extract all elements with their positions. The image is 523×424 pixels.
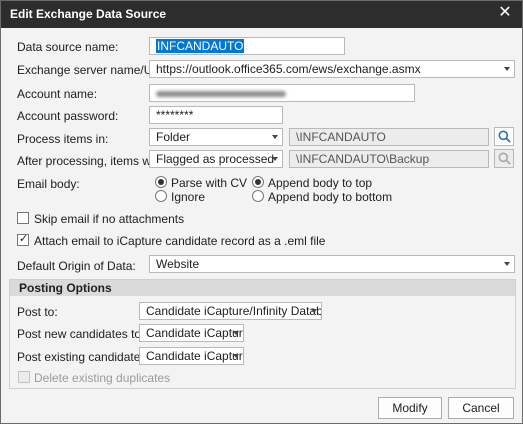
account-password-input[interactable]: ******** xyxy=(149,106,283,124)
after-processing-browse-button[interactable] xyxy=(494,149,514,168)
data-source-name-label: Data source name: xyxy=(17,40,119,54)
post-new-combo[interactable]: Candidate iCapture xyxy=(139,324,244,342)
skip-no-attachments-label[interactable]: Skip email if no attachments xyxy=(34,212,184,226)
radio-append-top-label[interactable]: Append body to top xyxy=(268,176,372,190)
account-password-value: ******** xyxy=(156,108,194,122)
edit-exchange-dialog: Edit Exchange Data Source ✕ Data source … xyxy=(0,0,523,424)
chevron-down-icon[interactable] xyxy=(504,262,510,266)
process-items-type-combo[interactable]: Folder xyxy=(149,128,283,146)
account-name-input[interactable] xyxy=(149,84,415,102)
modify-button[interactable]: Modify xyxy=(378,397,442,419)
process-items-browse-button[interactable] xyxy=(494,127,514,146)
skip-no-attachments-checkbox[interactable] xyxy=(17,212,29,224)
search-icon xyxy=(498,152,511,165)
chevron-down-icon[interactable] xyxy=(311,309,317,313)
radio-ignore[interactable] xyxy=(155,190,167,202)
server-url-combo[interactable]: https://outlook.office365.com/ews/exchan… xyxy=(149,60,515,78)
radio-ignore-label[interactable]: Ignore xyxy=(171,190,205,204)
posting-options-group: Posting Options Post to: Candidate iCapt… xyxy=(9,279,516,389)
chevron-down-icon[interactable] xyxy=(272,135,278,139)
chevron-down-icon[interactable] xyxy=(233,354,239,358)
radio-append-bottom[interactable] xyxy=(252,190,264,202)
chevron-down-icon[interactable] xyxy=(504,67,510,71)
post-existing-combo[interactable]: Candidate iCapture xyxy=(139,347,244,365)
account-password-label: Account password: xyxy=(17,109,119,123)
post-existing-value: Candidate iCapture xyxy=(146,349,244,363)
process-items-label: Process items in: xyxy=(17,132,109,146)
server-url-value: https://outlook.office365.com/ews/exchan… xyxy=(156,62,421,76)
search-icon xyxy=(498,130,511,143)
data-source-name-input[interactable]: INFCANDAUTO xyxy=(149,37,345,55)
radio-append-bottom-label[interactable]: Append body to bottom xyxy=(268,190,392,204)
attach-email-label[interactable]: Attach email to iCapture candidate recor… xyxy=(34,234,325,248)
posting-options-header: Posting Options xyxy=(10,280,515,296)
server-url-label: Exchange server name/URL: xyxy=(17,63,172,77)
radio-parse-with-cv-label[interactable]: Parse with CV xyxy=(171,176,247,190)
post-to-label: Post to: xyxy=(17,305,58,319)
default-origin-combo[interactable]: Website xyxy=(149,255,515,273)
after-processing-type-value: Flagged as processed xyxy=(156,152,275,166)
after-processing-type-combo[interactable]: Flagged as processed xyxy=(149,150,283,168)
cancel-button[interactable]: Cancel xyxy=(448,397,514,419)
post-new-value: Candidate iCapture xyxy=(146,326,244,340)
email-body-label: Email body: xyxy=(17,177,80,191)
default-origin-value: Website xyxy=(156,257,200,271)
process-items-path-value: \INFCANDAUTO xyxy=(296,130,386,144)
posting-options-title: Posting Options xyxy=(19,281,112,295)
title-bar: Edit Exchange Data Source ✕ xyxy=(1,1,522,28)
chevron-down-icon[interactable] xyxy=(272,157,278,161)
process-items-type-value: Folder xyxy=(156,130,191,144)
post-to-value: Candidate iCapture/Infinity Database xyxy=(146,304,321,318)
chevron-down-icon[interactable] xyxy=(233,331,239,335)
process-items-path-field: \INFCANDAUTO xyxy=(289,128,489,146)
post-new-label: Post new candidates to: xyxy=(17,327,145,341)
after-processing-path-field: \INFCANDAUTO\Backup xyxy=(289,150,489,168)
delete-duplicates-checkbox[interactable] xyxy=(18,371,30,383)
data-source-name-value: INFCANDAUTO xyxy=(156,39,245,53)
attach-email-checkbox[interactable] xyxy=(17,232,29,246)
account-name-redacted xyxy=(156,91,286,97)
account-name-label: Account name: xyxy=(17,87,98,101)
window-title: Edit Exchange Data Source xyxy=(10,7,167,21)
delete-duplicates-label[interactable]: Delete existing duplicates xyxy=(34,371,170,385)
post-to-combo[interactable]: Candidate iCapture/Infinity Database xyxy=(139,302,322,320)
radio-parse-with-cv[interactable] xyxy=(155,176,167,188)
close-icon[interactable]: ✕ xyxy=(496,4,514,22)
after-processing-path-value: \INFCANDAUTO\Backup xyxy=(296,152,430,166)
default-origin-label: Default Origin of Data: xyxy=(17,259,136,273)
radio-append-top[interactable] xyxy=(252,176,264,188)
